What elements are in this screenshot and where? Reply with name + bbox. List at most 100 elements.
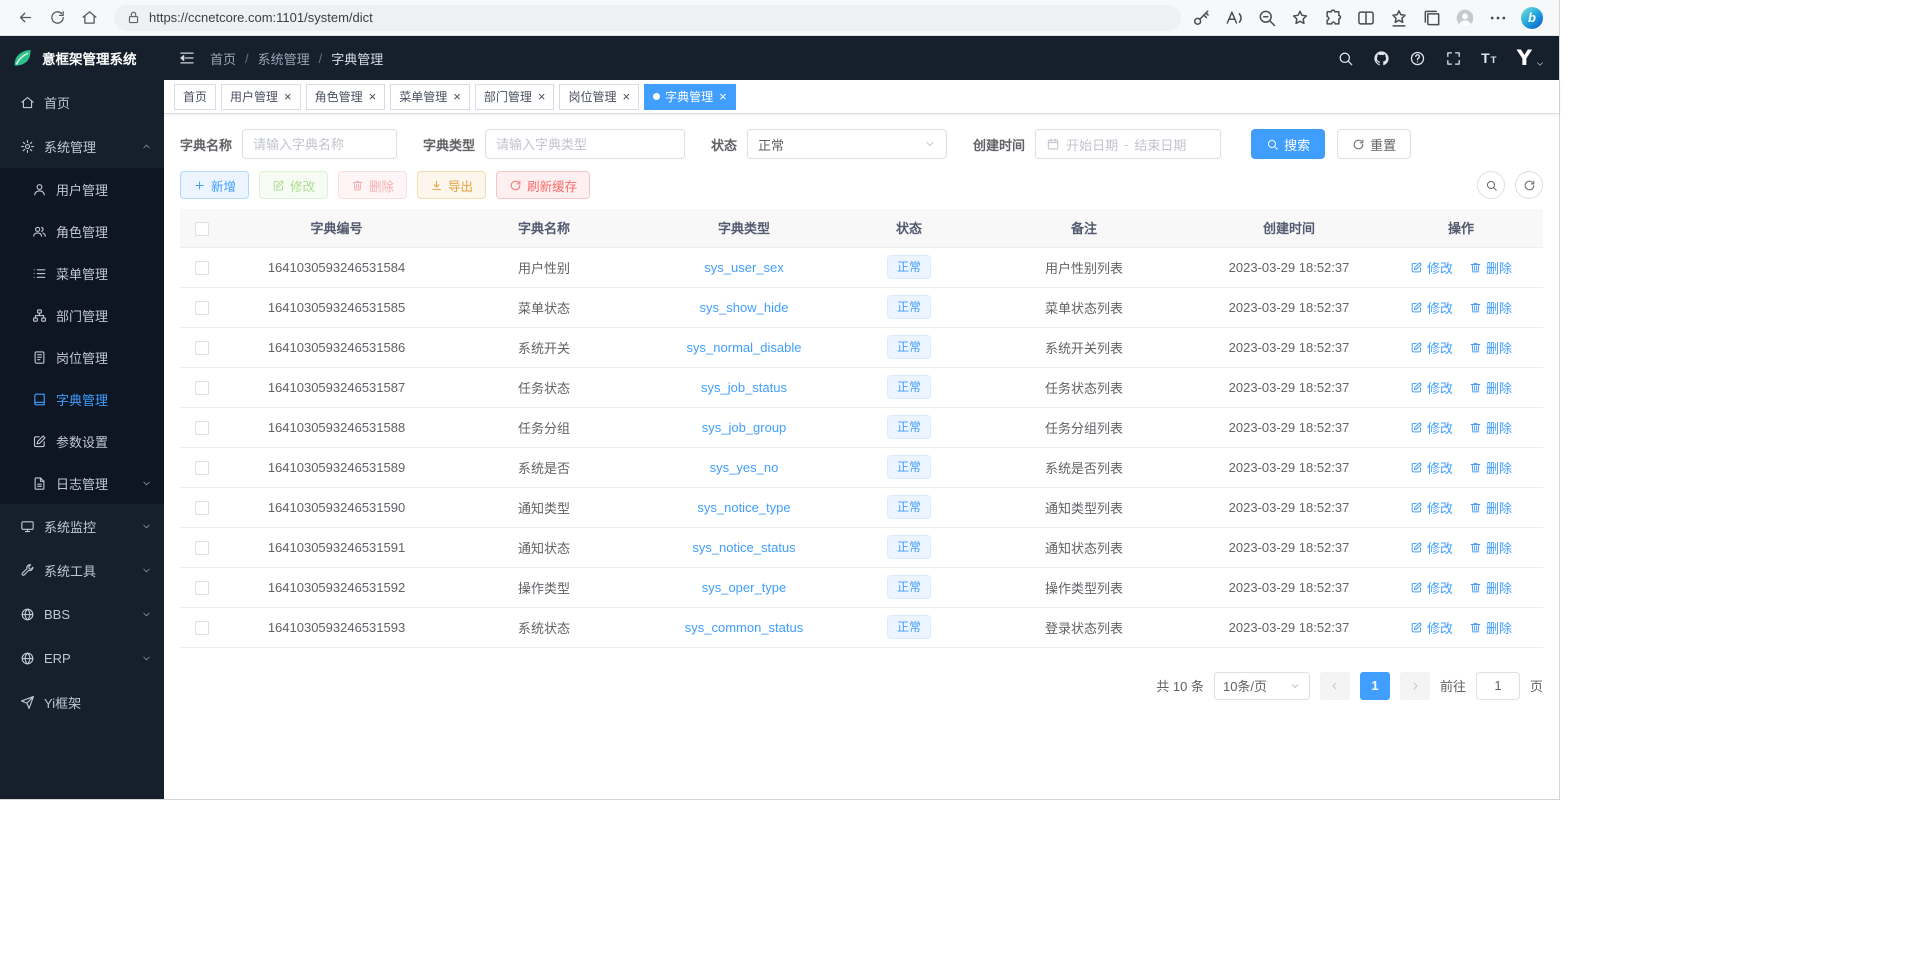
delete-button[interactable]: 删除 [338,171,407,199]
page-size-select[interactable]: 10条/页 [1214,672,1310,700]
dict-type-input[interactable] [485,129,685,159]
tab-close-icon[interactable]: × [369,90,377,103]
dict-type-link[interactable]: sys_notice_type [697,500,790,515]
sidebar-item-user[interactable]: 用户管理 [0,168,164,210]
row-checkbox[interactable] [195,261,209,275]
favorite-icon[interactable] [1290,8,1310,28]
row-checkbox[interactable] [195,581,209,595]
font-size-icon[interactable]: TT [1481,50,1498,67]
refresh-cache-button[interactable]: 刷新缓存 [496,171,590,199]
row-delete-button[interactable]: 删除 [1469,298,1512,317]
breadcrumb-system[interactable]: 系统管理 [258,49,310,68]
sidebar-item-erp[interactable]: ERP [0,636,164,680]
row-delete-button[interactable]: 删除 [1469,338,1512,357]
date-range-picker[interactable]: 开始日期 - 结束日期 [1035,129,1221,159]
row-checkbox[interactable] [195,461,209,475]
zoom-icon[interactable] [1257,8,1277,28]
row-checkbox[interactable] [195,501,209,515]
sidebar-toggle-icon[interactable] [178,49,196,67]
sidebar-item-bbs[interactable]: BBS [0,592,164,636]
row-delete-button[interactable]: 删除 [1469,258,1512,277]
dict-type-link[interactable]: sys_job_status [701,380,787,395]
tab-2[interactable]: 角色管理× [306,84,386,110]
page-1-button[interactable]: 1 [1360,672,1390,700]
sidebar-item-tool[interactable]: 系统工具 [0,548,164,592]
sidebar-item-post[interactable]: 岗位管理 [0,336,164,378]
browser-back-button[interactable] [10,4,40,32]
reset-button[interactable]: 重置 [1337,129,1411,159]
sidebar-item-dict[interactable]: 字典管理 [0,378,164,420]
row-checkbox[interactable] [195,381,209,395]
goto-page-input[interactable] [1476,672,1520,700]
row-checkbox[interactable] [195,541,209,555]
row-delete-button[interactable]: 删除 [1469,418,1512,437]
row-edit-button[interactable]: 修改 [1410,538,1453,557]
dict-type-link[interactable]: sys_yes_no [710,460,779,475]
sidebar-item-dept[interactable]: 部门管理 [0,294,164,336]
dict-name-input[interactable] [242,129,397,159]
sidebar-item-param[interactable]: 参数设置 [0,420,164,462]
row-edit-button[interactable]: 修改 [1410,418,1453,437]
profile-icon[interactable] [1455,8,1475,28]
split-screen-icon[interactable] [1356,8,1376,28]
more-icon[interactable] [1488,8,1508,28]
tab-5[interactable]: 岗位管理× [559,84,639,110]
row-edit-button[interactable]: 修改 [1410,458,1453,477]
sidebar-item-log[interactable]: 日志管理 [0,462,164,504]
edit-button[interactable]: 修改 [259,171,328,199]
github-icon[interactable] [1373,50,1390,67]
dict-type-link[interactable]: sys_show_hide [700,300,789,315]
collections-icon[interactable] [1422,8,1442,28]
extensions-icon[interactable] [1323,8,1343,28]
tab-close-icon[interactable]: × [284,90,292,103]
browser-refresh-button[interactable] [42,4,72,32]
row-checkbox[interactable] [195,421,209,435]
export-button[interactable]: 导出 [417,171,486,199]
favorites-bar-icon[interactable] [1389,8,1409,28]
tab-3[interactable]: 菜单管理× [390,84,470,110]
bing-icon[interactable]: b [1521,7,1543,29]
user-avatar[interactable]: Y [1517,48,1545,69]
tab-close-icon[interactable]: × [538,90,546,103]
dict-type-link[interactable]: sys_normal_disable [687,340,802,355]
tab-close-icon[interactable]: × [719,90,727,103]
tab-6[interactable]: 字典管理× [644,84,736,110]
sidebar-item-menu[interactable]: 菜单管理 [0,252,164,294]
row-edit-button[interactable]: 修改 [1410,378,1453,397]
tab-0[interactable]: 首页 [174,84,216,110]
row-edit-button[interactable]: 修改 [1410,298,1453,317]
row-checkbox[interactable] [195,621,209,635]
status-select[interactable]: 正常 [747,129,947,159]
row-edit-button[interactable]: 修改 [1410,578,1453,597]
row-delete-button[interactable]: 删除 [1469,618,1512,637]
sidebar-item-system[interactable]: 系统管理 [0,124,164,168]
sidebar-item-monitor[interactable]: 系统监控 [0,504,164,548]
sidebar-item-home[interactable]: 首页 [0,80,164,124]
dict-type-link[interactable]: sys_job_group [702,420,787,435]
row-checkbox[interactable] [195,301,209,315]
tab-1[interactable]: 用户管理× [221,84,301,110]
add-button[interactable]: 新增 [180,171,249,199]
fullscreen-icon[interactable] [1445,50,1462,67]
prev-page-button[interactable] [1320,672,1350,700]
select-all-checkbox[interactable] [195,222,209,236]
sidebar-item-yi[interactable]: Yi框架 [0,680,164,724]
dict-type-link[interactable]: sys_oper_type [702,580,787,595]
sidebar-item-role[interactable]: 角色管理 [0,210,164,252]
tab-close-icon[interactable]: × [453,90,461,103]
row-edit-button[interactable]: 修改 [1410,258,1453,277]
row-edit-button[interactable]: 修改 [1410,338,1453,357]
row-checkbox[interactable] [195,341,209,355]
tab-close-icon[interactable]: × [622,90,630,103]
search-icon[interactable] [1337,50,1354,67]
dict-type-link[interactable]: sys_notice_status [692,540,795,555]
tab-4[interactable]: 部门管理× [475,84,555,110]
browser-home-button[interactable] [74,4,104,32]
row-delete-button[interactable]: 删除 [1469,578,1512,597]
dict-type-link[interactable]: sys_common_status [685,620,804,635]
row-delete-button[interactable]: 删除 [1469,498,1512,517]
key-icon[interactable] [1191,8,1211,28]
next-page-button[interactable] [1400,672,1430,700]
address-bar[interactable]: https://ccnetcore.com:1101/system/dict [114,5,1181,31]
toggle-search-button[interactable] [1477,171,1505,199]
